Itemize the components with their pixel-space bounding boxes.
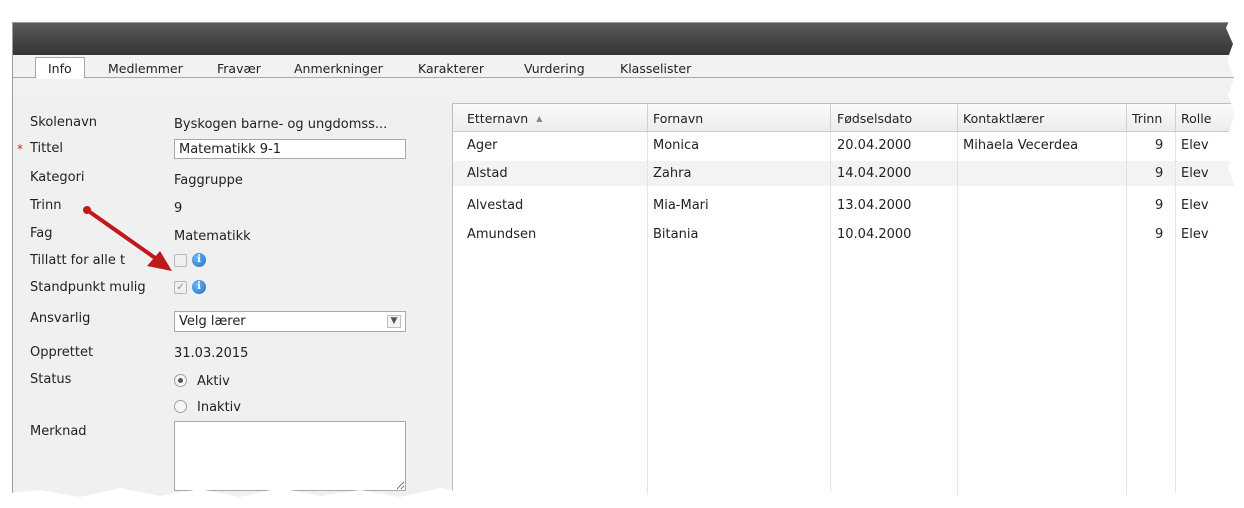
standpunkt-label: Standpunkt mulig: [30, 280, 146, 295]
opprettet-value: 31.03.2015: [174, 346, 249, 361]
fag-label: Fag: [30, 226, 53, 241]
skolenavn-value: Byskogen barne- og ungdomss...: [174, 117, 388, 132]
cell-fodselsdato: 14.04.2000: [837, 166, 912, 181]
tab-anmerkninger[interactable]: Anmerkninger: [294, 60, 383, 78]
chevron-down-icon[interactable]: ▼: [387, 315, 401, 328]
tab-vurdering[interactable]: Vurdering: [524, 60, 585, 78]
cell-fornavn: Mia-Mari: [653, 198, 709, 213]
tillatt-label: Tillatt for alle t: [30, 253, 126, 268]
info-icon[interactable]: i: [192, 280, 206, 294]
cell-fornavn: Bitania: [653, 227, 699, 242]
kategori-value: Faggruppe: [174, 173, 243, 188]
fag-value: Matematikk: [174, 229, 251, 244]
cell-trinn: 9: [1155, 227, 1164, 242]
column-separator: [830, 132, 831, 507]
column-header-fornavn[interactable]: Fornavn: [653, 111, 703, 126]
tab-karakterer[interactable]: Karakterer: [418, 60, 484, 78]
cell-fodselsdato: 13.04.2000: [837, 198, 912, 213]
cell-kontaktlaerer: Mihaela Vecerdea: [963, 138, 1079, 153]
info-icon[interactable]: i: [192, 253, 206, 267]
cell-rolle: Elev: [1181, 138, 1209, 153]
cell-rolle: Elev: [1181, 166, 1209, 181]
tittel-label: Tittel: [30, 141, 63, 156]
ansvarlig-select[interactable]: Velg lærer ▼: [174, 311, 406, 332]
tillatt-checkbox[interactable]: [174, 254, 187, 267]
column-header-trinn[interactable]: Trinn: [1132, 111, 1162, 126]
title-bar: [13, 23, 1244, 55]
status-label: Status: [30, 372, 72, 387]
cell-trinn: 9: [1155, 166, 1164, 181]
trinn-value: 9: [174, 201, 183, 216]
trinn-label: Trinn: [30, 198, 62, 213]
column-separator: [1126, 132, 1127, 507]
cell-fornavn: Monica: [653, 138, 700, 153]
cell-etternavn: Alvestad: [467, 198, 524, 213]
tab-fravaer[interactable]: Fravær: [217, 60, 261, 78]
column-header-fodselsdato[interactable]: Fødselsdato: [837, 111, 912, 126]
cell-etternavn: Alstad: [467, 166, 508, 181]
tittel-input[interactable]: [174, 139, 406, 159]
required-marker: *: [17, 142, 23, 156]
cell-etternavn: Amundsen: [467, 227, 537, 242]
status-inaktiv-radio[interactable]: [174, 400, 187, 413]
merknad-textarea[interactable]: [174, 421, 406, 491]
members-grid: Etternavn ▲ Fornavn Fødselsdato Kontaktlæ…: [452, 103, 1244, 508]
column-separator: [957, 132, 958, 507]
header-separator: [1175, 104, 1176, 132]
cell-fodselsdato: 10.04.2000: [837, 227, 912, 242]
cell-trinn: 9: [1155, 198, 1164, 213]
merknad-label: Merknad: [30, 424, 87, 439]
ansvarlig-selected-value: Velg lærer: [179, 314, 246, 329]
status-aktiv-radio[interactable]: [174, 374, 187, 387]
header-separator: [1126, 104, 1127, 132]
header-separator: [647, 104, 648, 132]
cell-rolle: Elev: [1181, 198, 1209, 213]
cell-rolle: Elev: [1181, 227, 1209, 242]
tab-klasselister[interactable]: Klasselister: [620, 60, 691, 78]
status-inaktiv-label: Inaktiv: [197, 400, 241, 415]
skolenavn-label: Skolenavn: [30, 115, 98, 130]
cell-fornavn: Zahra: [653, 166, 692, 181]
status-aktiv-label: Aktiv: [197, 374, 230, 389]
ansvarlig-label: Ansvarlig: [30, 311, 91, 326]
kategori-label: Kategori: [30, 170, 85, 185]
column-header-kontaktlaerer[interactable]: Kontaktlærer: [963, 111, 1044, 126]
cell-fodselsdato: 20.04.2000: [837, 138, 912, 153]
column-separator: [1175, 132, 1176, 507]
column-header-label: Etternavn: [467, 111, 529, 126]
header-separator: [957, 104, 958, 132]
cell-trinn: 9: [1155, 138, 1164, 153]
opprettet-label: Opprettet: [30, 345, 94, 360]
header-separator: [830, 104, 831, 132]
tab-info[interactable]: Info: [35, 57, 85, 79]
column-header-rolle[interactable]: Rolle: [1181, 111, 1211, 126]
standpunkt-checkbox[interactable]: ✓: [174, 281, 187, 294]
sort-ascending-icon: ▲: [536, 114, 543, 123]
tab-medlemmer[interactable]: Medlemmer: [108, 60, 183, 78]
column-separator: [647, 132, 648, 507]
column-header-etternavn[interactable]: Etternavn ▲: [467, 111, 542, 126]
cell-etternavn: Ager: [467, 138, 498, 153]
